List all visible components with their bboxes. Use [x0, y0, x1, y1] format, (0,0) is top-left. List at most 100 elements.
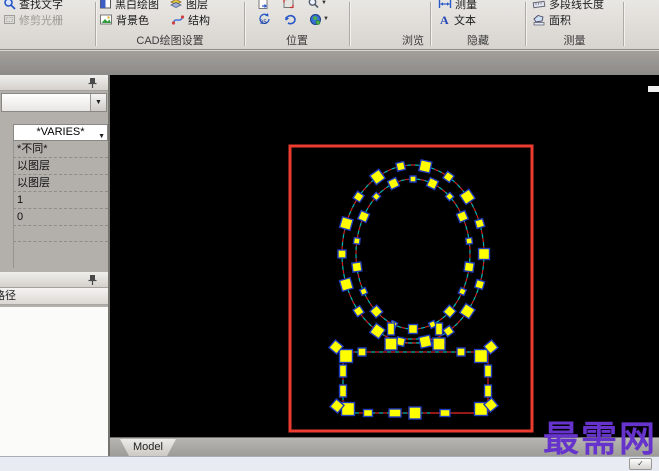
layers-button[interactable]: 图层 [169, 0, 208, 11]
grip-point[interactable] [463, 261, 475, 273]
browse-group-label: 浏览 [402, 35, 424, 47]
grip-point[interactable] [386, 322, 396, 336]
path-palette-header [0, 272, 108, 288]
structure-button[interactable]: 结构 [171, 12, 210, 27]
grip-point[interactable] [441, 170, 456, 184]
grip-point[interactable] [457, 286, 468, 297]
property-row[interactable]: *不同* [13, 141, 108, 158]
grip-point[interactable] [425, 176, 440, 191]
grip-point[interactable] [473, 278, 486, 291]
grip-point[interactable] [409, 175, 417, 183]
varies-dropdown[interactable]: *VARIES* ▼ [13, 124, 108, 141]
page-position-button[interactable] [257, 0, 270, 10]
find-text-icon [4, 0, 16, 10]
varies-value: *VARIES* [36, 126, 85, 138]
grip-point[interactable] [338, 276, 354, 293]
bg-color-button[interactable]: 背景色 [99, 12, 149, 27]
pin-icon[interactable] [87, 274, 98, 286]
grip-point[interactable] [338, 215, 354, 232]
bw-drawing-icon [100, 0, 111, 9]
grip-point[interactable] [351, 261, 363, 273]
grip-point[interactable] [434, 322, 444, 336]
cad-drawing[interactable] [110, 75, 659, 437]
grip-point[interactable] [417, 158, 433, 174]
find-text-button[interactable]: 查找文字 [3, 0, 95, 11]
selection-rectangle [288, 144, 534, 433]
zoom-dropdown-arrow-icon[interactable]: ▼ [321, 0, 327, 6]
cad-settings-group-label: CAD绘图设置 [136, 35, 204, 47]
properties-palette-header [0, 75, 108, 91]
grip-point[interactable] [352, 236, 362, 246]
grip-point[interactable] [408, 406, 422, 420]
rotate-35-button[interactable]: 35 [257, 12, 271, 26]
grip-point[interactable] [432, 337, 446, 351]
grip-point[interactable] [473, 348, 489, 364]
grip-point[interactable] [439, 408, 451, 418]
extents-button[interactable] [282, 0, 295, 10]
scrollbar-mark [648, 86, 659, 92]
trim-raster-button[interactable]: 修剪光栅 [3, 12, 95, 27]
area-button[interactable]: 面积 [532, 12, 623, 27]
property-row[interactable]: 以图层 [13, 175, 108, 192]
grip-point[interactable] [352, 190, 366, 204]
properties-filler [13, 242, 108, 268]
grip-point[interactable] [338, 348, 354, 364]
grip-point[interactable] [357, 347, 367, 357]
status-bar: ✓ [0, 456, 659, 471]
grip-point[interactable] [441, 324, 456, 338]
zoom-button[interactable]: ▼ [307, 0, 327, 10]
grip-point[interactable] [464, 236, 474, 246]
grip-point[interactable] [455, 209, 470, 224]
grip-point[interactable] [458, 188, 476, 206]
grip-point[interactable] [395, 160, 407, 172]
bw-drawing-button[interactable]: 黑白绘图 [99, 0, 159, 11]
grip-point[interactable] [386, 176, 401, 191]
grip-point[interactable] [384, 337, 398, 351]
grip-point[interactable] [477, 247, 491, 261]
grip-point[interactable] [483, 364, 493, 378]
back-view-button[interactable] [283, 12, 297, 26]
grip-point[interactable] [473, 217, 486, 230]
svg-text:A: A [440, 13, 449, 26]
grip-point[interactable] [352, 304, 366, 318]
tab-model[interactable]: Model [120, 439, 176, 456]
position-group-label: 位置 [286, 35, 308, 47]
grip-point[interactable] [368, 168, 387, 186]
object-type-combobox[interactable]: ▼ [1, 93, 107, 112]
text-button[interactable]: A 文本 [438, 12, 525, 27]
ribbon-group-cad-settings: 黑白绘图 图层 背景色 结构 CAD绘图设置 [96, 0, 244, 49]
grip-point[interactable] [356, 209, 371, 224]
measure-ruler-icon [438, 0, 452, 8]
grip-point[interactable] [338, 364, 348, 378]
grip-point[interactable] [358, 286, 369, 297]
grip-point[interactable] [362, 408, 374, 418]
grip-point[interactable] [483, 384, 493, 398]
grip-point[interactable] [458, 302, 476, 320]
path-column-header[interactable]: 路径 [0, 288, 108, 305]
ribbon-toolbar: 查找文字 修剪光栅 黑白绘图 图层 背景色 结构 CAD绘图设置 ▼ 35 ▼ … [0, 0, 659, 50]
globe-button[interactable]: ▼ [309, 12, 329, 26]
pin-icon[interactable] [87, 77, 98, 89]
grip-point[interactable] [456, 347, 466, 357]
property-row[interactable]: 0 [13, 209, 108, 226]
path-list-body[interactable] [0, 307, 108, 456]
status-notify-button[interactable]: ✓ [629, 458, 652, 470]
grip-point[interactable] [407, 323, 419, 335]
property-row[interactable]: 以图层 [13, 158, 108, 175]
combobox-arrow-icon[interactable]: ▼ [90, 94, 106, 111]
properties-palette: ▼ *VARIES* ▼ *不同* 以图层 以图层 1 0 路径 [0, 75, 110, 456]
structure-label: 结构 [188, 14, 210, 27]
globe-dropdown-arrow-icon[interactable]: ▼ [323, 16, 329, 22]
ribbon-group-position: ▼ 35 ▼ 位置 [245, 0, 349, 49]
area-label: 面积 [549, 14, 571, 27]
drawing-canvas[interactable] [110, 75, 659, 437]
grip-point[interactable] [337, 249, 347, 259]
polyline-length-button[interactable]: 多段线长度 [532, 0, 623, 11]
hide-group-label: 隐藏 [467, 35, 489, 47]
grip-point[interactable] [338, 384, 348, 398]
grip-point[interactable] [388, 408, 402, 418]
grip-point[interactable] [368, 322, 387, 340]
property-row[interactable]: 1 [13, 192, 108, 209]
measure-button[interactable]: 测量 [438, 0, 525, 11]
grip-point[interactable] [417, 334, 433, 350]
